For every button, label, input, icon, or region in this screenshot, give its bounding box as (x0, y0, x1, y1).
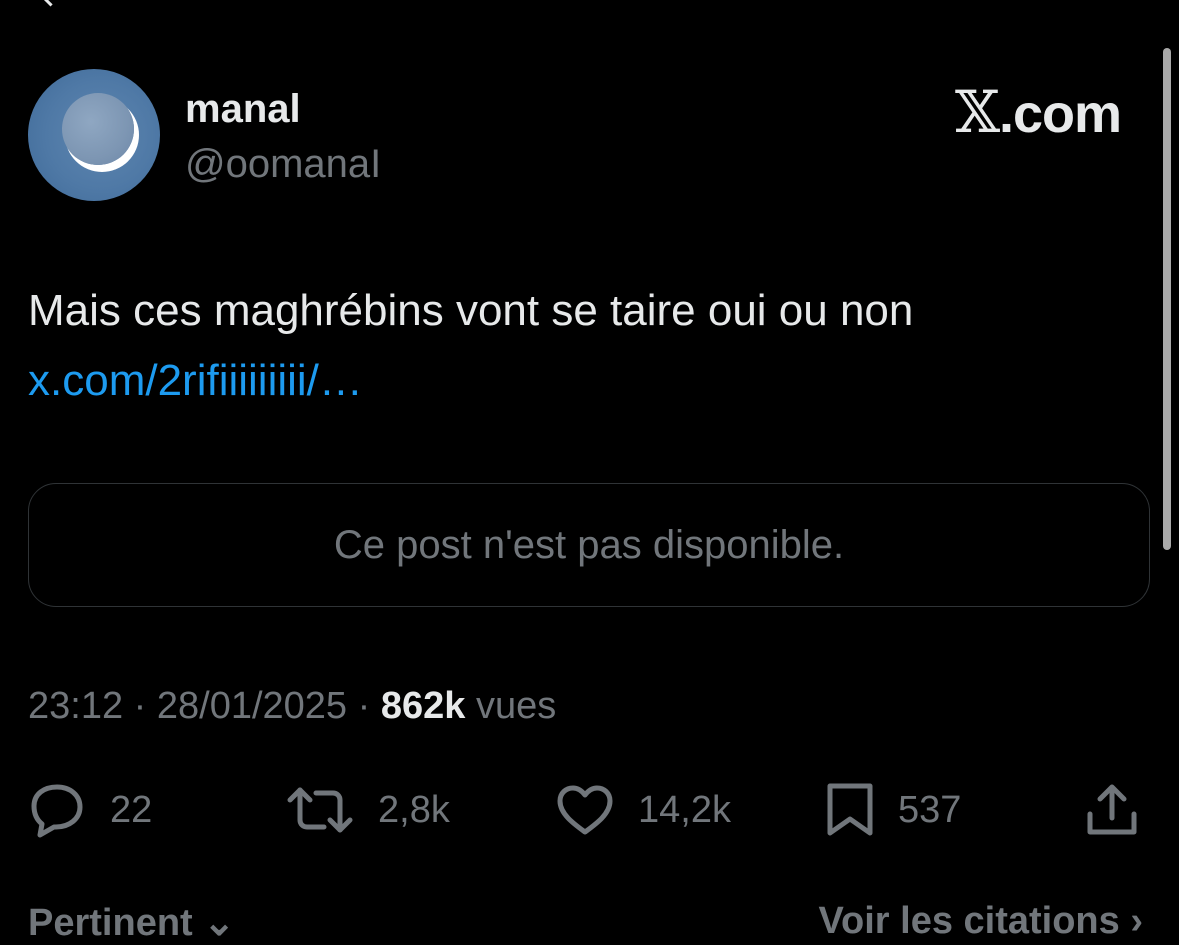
tweet-text: Mais ces maghrébins vont se taire oui ou… (28, 286, 914, 335)
views-count[interactable]: 862k (381, 685, 466, 727)
sort-relevant-label: Pertinent (28, 902, 193, 944)
unavailable-message: Ce post n'est pas disponible. (333, 522, 845, 567)
views-label: vues (475, 685, 557, 727)
bookmark-count: 537 (898, 788, 962, 831)
repost-count: 2,8k (378, 788, 450, 831)
x-logo-icon: 𝕏 (954, 78, 1000, 146)
chevron-down-icon: ⌄ (203, 902, 236, 944)
action-bar: 22 2,8k 14,2k 537 (0, 778, 1179, 842)
sort-relevant-tab[interactable]: Pertinent ⌄ (28, 900, 235, 945)
share-button[interactable] (1084, 778, 1140, 842)
crescent-moon-image (62, 93, 134, 165)
brand-suffix: .com (998, 84, 1122, 144)
reply-icon (31, 784, 83, 838)
repost-button[interactable]: 2,8k (286, 778, 450, 842)
scrollbar[interactable] (1163, 48, 1171, 550)
author-display-name[interactable]: manal (185, 86, 301, 132)
tweet-date[interactable]: 28/01/2025 (157, 685, 347, 727)
top-bar-partial (0, 0, 1179, 7)
heart-icon (557, 785, 613, 835)
meta-separator: · (347, 685, 381, 727)
repost-icon (287, 787, 353, 833)
tweet-meta: 23:12 · 28/01/2025 · 862k vues (28, 682, 556, 730)
bookmark-icon (827, 783, 873, 836)
share-icon (1087, 784, 1137, 835)
bookmark-button[interactable]: 537 (826, 778, 961, 842)
back-arrow-icon[interactable] (38, 0, 63, 7)
tweet-time[interactable]: 23:12 (28, 685, 123, 727)
author-handle[interactable]: @oomanaI (185, 141, 381, 187)
view-quotes-label: Voir les citations (818, 900, 1120, 942)
chevron-right-icon: › (1130, 900, 1143, 942)
quoted-post-card[interactable]: Ce post n'est pas disponible. (28, 483, 1150, 607)
avatar[interactable] (28, 69, 160, 201)
like-count: 14,2k (638, 788, 731, 831)
view-quotes-link[interactable]: Voir les citations › (819, 900, 1144, 943)
reply-button[interactable]: 22 (28, 778, 152, 842)
like-button[interactable]: 14,2k (556, 778, 731, 842)
reply-sort-bar: Pertinent ⌄ Voir les citations › (0, 900, 1179, 944)
tweet-link[interactable]: x.com/2rifiiiiiiiii/… (28, 352, 363, 410)
x-com-logo: 𝕏.com (955, 83, 1122, 144)
reply-count: 22 (110, 788, 153, 831)
meta-separator: · (123, 685, 157, 727)
